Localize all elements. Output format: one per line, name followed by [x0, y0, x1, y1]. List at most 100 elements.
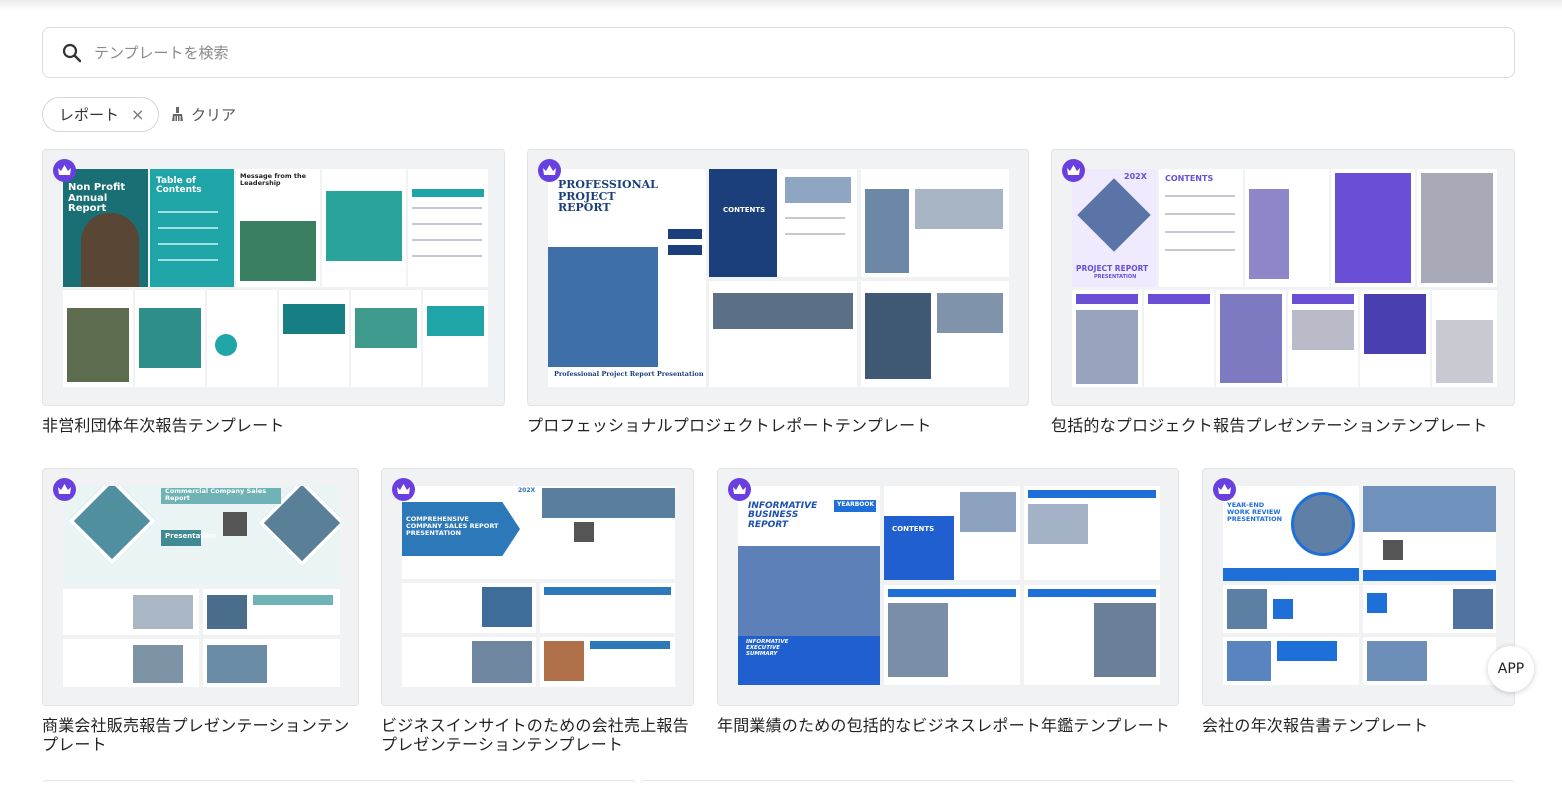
filter-chip-label: レポート [59, 106, 120, 124]
clear-filters-button[interactable]: クリア [170, 104, 236, 125]
crown-icon [1062, 159, 1085, 182]
crown-icon [53, 159, 76, 182]
broom-icon [172, 107, 183, 121]
report-page: Message from the Leadership [236, 169, 320, 287]
cover-tag: YEARBOOK [837, 501, 875, 508]
cover-subtitle: Presentation [165, 532, 216, 540]
report-page [402, 637, 536, 687]
template-thumbnail[interactable]: 202X PROJECT REPORT PRESENTATION CONTENT… [1051, 149, 1515, 406]
report-page [1360, 290, 1430, 387]
template-title[interactable]: 会社の年次報告書テンプレート [1202, 716, 1515, 735]
filter-chip-report[interactable]: レポート × [42, 97, 159, 132]
template-title[interactable]: プロフェッショナルプロジェクトレポートテンプレート [527, 416, 1029, 435]
report-page [322, 169, 406, 287]
template-thumbnail[interactable]: COMPREHENSIVE COMPANY SALES REPORT PRESE… [381, 468, 694, 706]
template-card[interactable]: COMPREHENSIVE COMPANY SALES REPORT PRESE… [381, 468, 694, 758]
report-page [1245, 169, 1329, 287]
toc-page: CONTENTS [1159, 169, 1243, 287]
report-page [1417, 169, 1497, 287]
report-page [1288, 290, 1358, 387]
template-card[interactable]: PROFESSIONAL PROJECT REPORT Professional… [527, 149, 1029, 439]
template-thumbnail[interactable]: INFORMATIVE BUSINESS REPORT YEARBOOK INF… [717, 468, 1179, 706]
template-title[interactable]: 年間業績のための包括的なビジネスレポート年鑑テンプレート [717, 716, 1187, 735]
cover-page: INFORMATIVE BUSINESS REPORT YEARBOOK INF… [738, 486, 880, 685]
toc-title: CONTENTS [1165, 174, 1214, 183]
template-card[interactable]: Commercial Company Sales Report Presenta… [42, 468, 359, 758]
cover-year: 202X [1124, 172, 1147, 181]
report-page [1223, 585, 1359, 633]
report-page [1363, 486, 1496, 581]
report-page [1432, 290, 1497, 387]
template-thumbnail[interactable]: YEAR-END WORK REVIEW PRESENTATION [1202, 468, 1515, 706]
template-card[interactable]: YEAR-END WORK REVIEW PRESENTATION 会社の年次報… [1202, 468, 1515, 758]
cover-title: COMPREHENSIVE COMPANY SALES REPORT PRESE… [406, 515, 499, 537]
report-page [1024, 585, 1160, 685]
report-page [203, 589, 340, 635]
search-input[interactable] [94, 43, 1394, 62]
toc-title: CONTENTS [723, 206, 766, 214]
report-page [63, 589, 199, 635]
cover-subtitle: PRESENTATION [1094, 274, 1137, 280]
search-icon [62, 43, 82, 62]
template-title[interactable]: 商業会社販売報告プレゼンテーションテンプレート [42, 716, 359, 754]
template-card[interactable]: INFORMATIVE BUSINESS REPORT YEARBOOK INF… [717, 468, 1179, 758]
cover-title: PROJECT REPORT [1076, 264, 1149, 273]
report-page [1331, 169, 1415, 287]
template-title[interactable]: ビジネスインサイトのための会社売上報告プレゼンテーションテンプレート [381, 716, 694, 754]
report-page [861, 169, 1009, 277]
template-title[interactable]: 非営利団体年次報告テンプレート [42, 416, 505, 435]
crown-icon [392, 478, 415, 501]
cover-title: YEAR-END WORK REVIEW PRESENTATION [1227, 501, 1283, 523]
cover-title: INFORMATIVE BUSINESS REPORT [748, 501, 818, 530]
template-thumbnail[interactable]: Commercial Company Sales Report Presenta… [42, 468, 359, 706]
clear-label: クリア [191, 106, 237, 124]
report-page [1363, 637, 1496, 685]
report-page [884, 585, 1020, 685]
next-row-card-edge [640, 780, 1515, 786]
cover-footer: Professional Project Report Presentation [554, 370, 704, 378]
cover-title: Commercial Company Sales Report [165, 487, 267, 502]
report-page [279, 290, 349, 387]
report-page [351, 290, 421, 387]
report-page [540, 583, 675, 633]
report-page [63, 290, 133, 387]
cover-page: COMPREHENSIVE COMPANY SALES REPORT PRESE… [402, 486, 675, 579]
app-button[interactable]: APP [1488, 646, 1534, 692]
cover-year: 202X [518, 487, 536, 494]
template-thumbnail[interactable]: Non Profit Annual Report Table of Conten… [42, 149, 505, 406]
next-row-card-edge [42, 780, 637, 786]
cover-page: Non Profit Annual Report [63, 169, 148, 287]
report-page [1216, 290, 1286, 387]
search-bar[interactable] [42, 27, 1515, 78]
section-title: Message from the Leadership [240, 172, 307, 187]
template-card[interactable]: 202X PROJECT REPORT PRESENTATION CONTENT… [1051, 149, 1515, 439]
report-page [1363, 585, 1496, 633]
cover-page: PROFESSIONAL PROJECT REPORT Professional… [548, 169, 706, 387]
crown-icon [728, 478, 751, 501]
cover-page: 202X PROJECT REPORT PRESENTATION [1072, 169, 1157, 287]
template-thumbnail[interactable]: PROFESSIONAL PROJECT REPORT Professional… [527, 149, 1029, 406]
report-page [135, 290, 205, 387]
crown-icon [53, 478, 76, 501]
report-page [861, 281, 1009, 387]
report-page [402, 583, 536, 633]
toc-page: CONTENTS [884, 486, 1020, 580]
cover-title: Non Profit Annual Report [68, 182, 126, 214]
report-page [1072, 290, 1142, 387]
cover-page: YEAR-END WORK REVIEW PRESENTATION [1223, 486, 1359, 581]
report-page [540, 637, 675, 687]
template-title[interactable]: 包括的なプロジェクト報告プレゼンテーションテンプレート [1051, 416, 1515, 435]
toc-page: CONTENTS [709, 169, 857, 277]
top-shadow [0, 0, 1562, 10]
toc-title: CONTENTS [892, 525, 935, 533]
report-page [1024, 486, 1160, 580]
close-icon[interactable]: × [131, 105, 144, 124]
report-page [63, 639, 199, 687]
report-page [1144, 290, 1214, 387]
report-page [1223, 637, 1359, 685]
template-card[interactable]: Non Profit Annual Report Table of Conten… [42, 149, 505, 439]
toc-title: Table of Contents [156, 176, 202, 196]
crown-icon [1213, 478, 1236, 501]
report-page [423, 290, 488, 387]
report-page [709, 281, 857, 387]
